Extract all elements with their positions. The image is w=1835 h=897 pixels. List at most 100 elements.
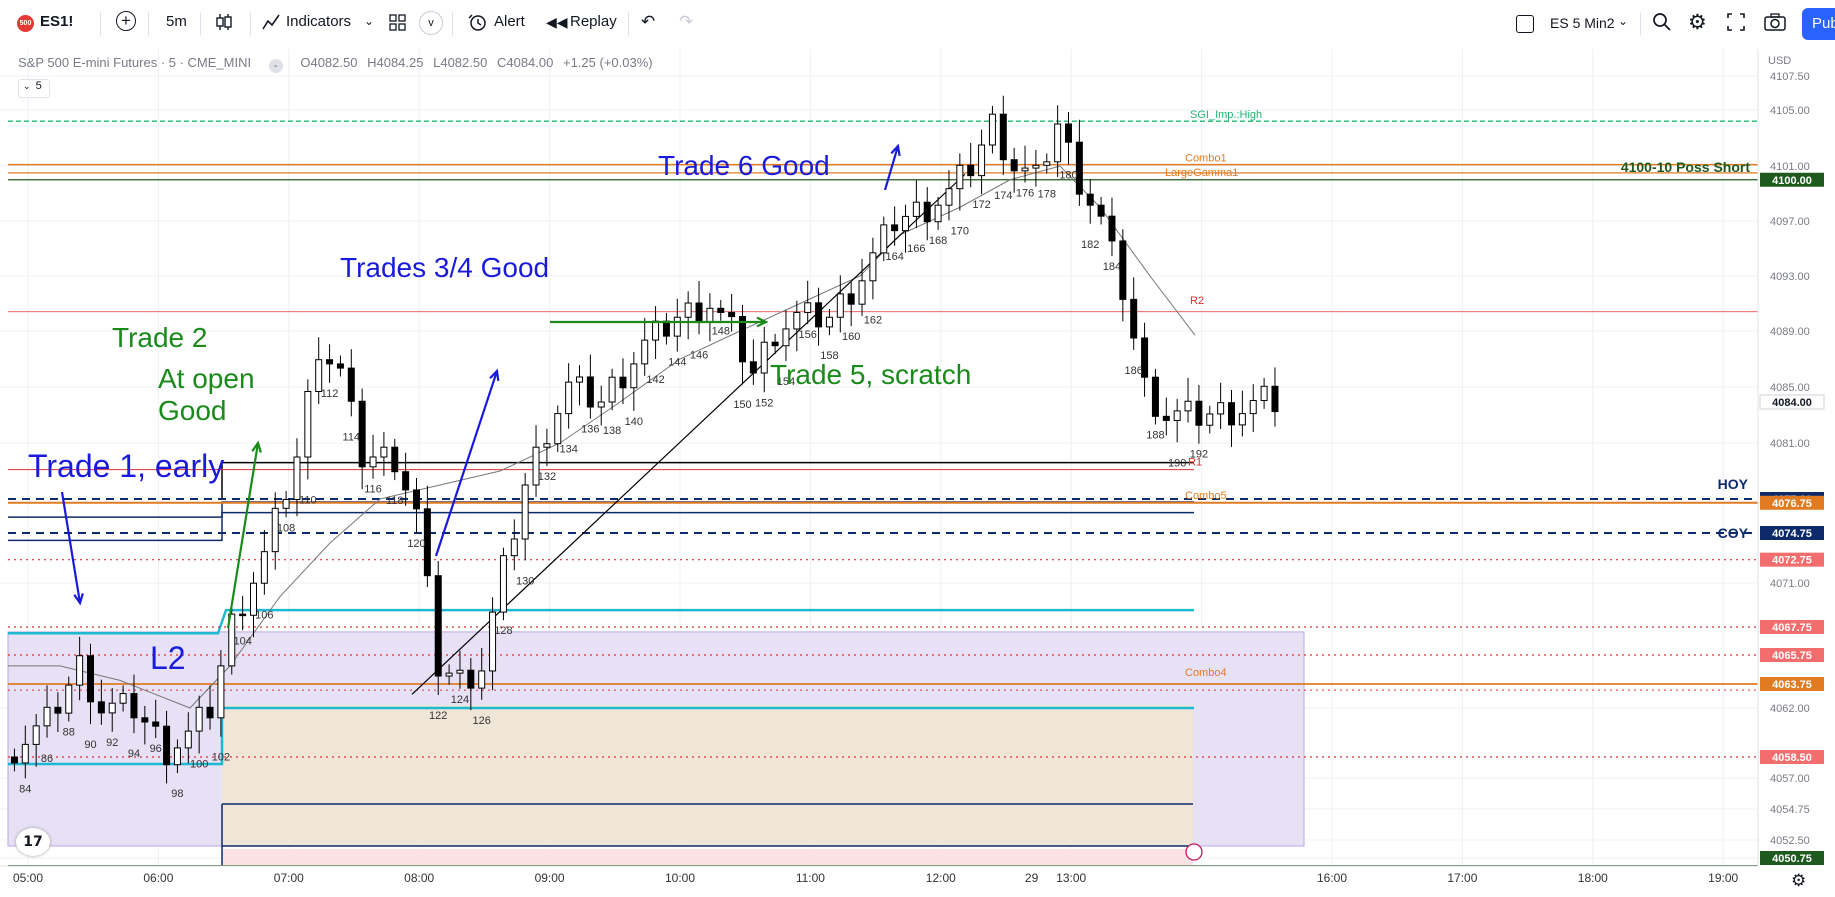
templates-dropdown-icon[interactable]: v (419, 11, 443, 35)
candle-body (65, 684, 73, 714)
bar-number: 136 (581, 424, 599, 436)
chevron-down-icon[interactable]: ⌄ (364, 14, 374, 28)
time-tick-label: 13:00 (1056, 871, 1086, 885)
legend-change: +1.25 (+0.03%) (562, 55, 653, 70)
divider (148, 12, 149, 36)
camera-icon[interactable] (1764, 12, 1786, 37)
interval-button[interactable]: 5m (166, 13, 187, 30)
candle-type-icon[interactable] (215, 12, 233, 37)
candle-body (206, 706, 214, 719)
candle-body (239, 613, 247, 617)
undo-icon[interactable]: ↶ (641, 12, 655, 32)
candle-body (684, 302, 692, 318)
candle-body (825, 316, 833, 328)
candle-body (1162, 415, 1170, 421)
pink-zone (222, 849, 1193, 866)
candle-body (32, 725, 40, 745)
divider (1640, 12, 1641, 36)
annotation-text: L2 (150, 640, 186, 676)
candle-body (282, 499, 290, 509)
candle-body (869, 252, 877, 282)
chart-canvas[interactable]: 84 86 88 90 92 94 96 98 100 102 104 106 108 110 112 114… (0, 49, 1835, 897)
bar-number: 164 (885, 251, 903, 263)
price-tick-label: 4089.00 (1770, 326, 1810, 338)
replay-button[interactable]: Replay (570, 13, 617, 30)
price-tick-label: 4085.00 (1770, 382, 1810, 394)
currency-label: USD (1768, 55, 1791, 67)
study-toggle-button[interactable]: ⌄ 5 (18, 79, 50, 98)
bar-number: 112 (321, 388, 339, 400)
redo-icon[interactable]: ↷ (679, 12, 693, 32)
replay-icon[interactable]: ◀◀ (546, 14, 568, 31)
candle-body (43, 706, 51, 727)
candle-body (1108, 215, 1116, 242)
legend-more-icon[interactable]: - (268, 59, 283, 73)
study-count: 5 (35, 80, 42, 92)
price-tick-label: 4101.00 (1770, 161, 1810, 173)
indicators-button[interactable]: Indicators (286, 13, 351, 30)
candle-body (413, 489, 420, 510)
bar-number: 148 (712, 326, 730, 338)
legend-title[interactable]: S&P 500 E-mini Futures · 5 · CME_MINI (18, 55, 251, 70)
candle-body (1260, 385, 1268, 401)
candle-body (1206, 413, 1214, 426)
candle-body (771, 341, 779, 347)
candle-body (510, 538, 518, 557)
indicators-icon[interactable] (262, 12, 280, 37)
candle-body (554, 413, 562, 445)
candle-body (662, 320, 670, 337)
bar-number: 178 (1038, 189, 1056, 201)
layout-grid-icon[interactable] (389, 12, 407, 37)
time-tick-label: 19:00 (1708, 871, 1738, 885)
chevron-down-icon[interactable]: ⌄ (1618, 14, 1628, 28)
price-tag-label: 4067.75 (1772, 622, 1812, 634)
candle-body (521, 484, 529, 540)
candle-body (923, 201, 931, 223)
candle-body (880, 224, 888, 254)
time-tick-label: 12:00 (926, 871, 956, 885)
layout-checkbox-icon[interactable] (1516, 15, 1534, 33)
bar-number: 180 (1059, 170, 1077, 182)
gear-icon[interactable]: ⚙ (1688, 10, 1707, 35)
candle-body (673, 316, 681, 337)
alert-button[interactable]: Alert (494, 13, 525, 30)
symbol-search-button[interactable]: ES1! (40, 13, 73, 30)
bar-number: 92 (106, 737, 118, 749)
bar-number: 186 (1125, 365, 1143, 377)
bar-number: 120 (407, 538, 425, 550)
legend-low: L4082.50 (433, 55, 488, 70)
candle-body (728, 311, 736, 318)
level-label: R2 (1190, 295, 1204, 307)
tradingview-logo[interactable]: 17 (16, 828, 50, 856)
price-tick-label: 4052.50 (1770, 835, 1810, 847)
candle-body (1271, 385, 1279, 413)
candle-body (630, 363, 638, 389)
candle-body (999, 113, 1007, 161)
time-tick-label: 08:00 (404, 871, 434, 885)
candle-body (478, 670, 486, 689)
candle-body (912, 201, 920, 217)
bar-number: 110 (299, 494, 317, 506)
bar-number: 114 (343, 431, 361, 443)
bar-number: 130 (516, 575, 534, 587)
layout-name-button[interactable]: ES 5 Min2 (1550, 15, 1615, 31)
alert-clock-icon[interactable] (468, 12, 488, 37)
publish-button[interactable]: Pub (1802, 8, 1835, 40)
price-tick-label: 4062.00 (1770, 703, 1810, 715)
bar-number: 176 (1016, 188, 1034, 200)
fullscreen-icon[interactable] (1727, 12, 1745, 37)
compare-add-icon[interactable]: + (116, 11, 136, 31)
candle-body (586, 376, 594, 408)
candle-body (565, 381, 573, 415)
search-icon[interactable] (1652, 12, 1672, 37)
bar-number: 132 (538, 471, 556, 483)
candle-body (76, 655, 84, 686)
bar-number: 98 (171, 788, 183, 800)
bar-number: 124 (451, 694, 469, 706)
bar-number: 106 (255, 610, 273, 622)
bar-number: 168 (929, 235, 947, 247)
bar-number: 100 (190, 759, 208, 771)
bar-number: 144 (668, 357, 686, 369)
time-tick-label: 09:00 (535, 871, 565, 885)
candle-body (499, 555, 507, 613)
